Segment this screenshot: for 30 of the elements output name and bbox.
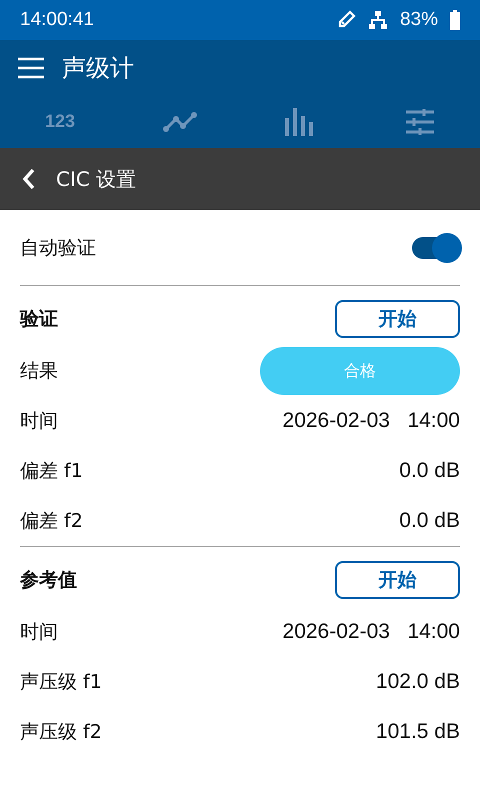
- bar-chart-icon: [285, 108, 315, 136]
- measurement-value: 0.0 dB: [399, 509, 460, 533]
- row-label: 偏差 f2: [20, 509, 83, 534]
- network-icon: [368, 10, 388, 30]
- result-badge: 合格: [260, 347, 460, 395]
- page-title: CIC 设置: [56, 166, 136, 192]
- section-title: 验证: [20, 306, 58, 332]
- row-label: 声压级 f1: [20, 670, 102, 695]
- line-chart-icon: [163, 110, 197, 132]
- status-time: 14:00:41: [20, 9, 94, 31]
- start-button[interactable]: 开始: [335, 560, 460, 598]
- app-title: 声级计: [62, 52, 134, 84]
- row-label: 时间: [20, 409, 58, 434]
- measurement-value: 101.5 dB: [376, 720, 460, 744]
- measurement-value: 102.0 dB: [376, 670, 460, 694]
- date-time-value: 2026-02-03 14:00: [282, 620, 460, 644]
- row-label: 偏差 f1: [20, 459, 83, 484]
- battery-percent: 83%: [400, 9, 438, 31]
- sliders-icon: [406, 108, 434, 134]
- back-icon[interactable]: [22, 168, 36, 190]
- setting-label: 自动验证: [20, 236, 96, 260]
- battery-icon: [450, 10, 460, 30]
- row-label: 结果: [20, 359, 58, 384]
- measurement-value: 0.0 dB: [399, 459, 460, 483]
- section-title: 参考值: [20, 568, 77, 592]
- row-label: 声压级 f2: [20, 720, 102, 745]
- menu-icon[interactable]: [18, 56, 44, 78]
- start-button[interactable]: 开始: [335, 300, 460, 338]
- row-label: 时间: [20, 620, 58, 645]
- date-time-value: 2026-02-03 14:00: [282, 409, 460, 433]
